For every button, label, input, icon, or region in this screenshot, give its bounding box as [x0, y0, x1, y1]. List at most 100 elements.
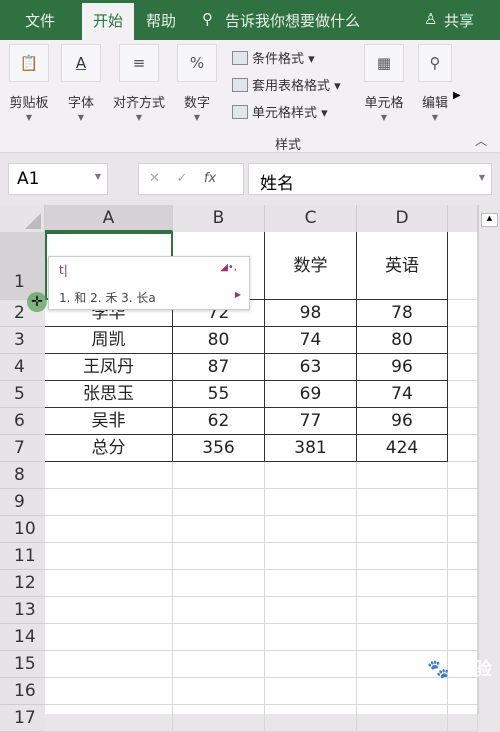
- cell[interactable]: [173, 489, 265, 516]
- column-header[interactable]: A: [45, 205, 173, 232]
- tab-home[interactable]: 开始: [82, 3, 134, 40]
- cell[interactable]: [265, 489, 357, 516]
- name-box[interactable]: A1 ▼: [8, 163, 108, 195]
- cell[interactable]: [45, 597, 173, 624]
- vertical-scrollbar[interactable]: ▲: [478, 205, 500, 714]
- enter-icon[interactable]: ✓: [176, 171, 187, 186]
- cell[interactable]: [448, 381, 478, 408]
- cell[interactable]: [357, 489, 448, 516]
- cell[interactable]: [265, 570, 357, 597]
- cell[interactable]: [45, 678, 173, 705]
- cell[interactable]: 87: [173, 354, 265, 381]
- select-all-corner[interactable]: [0, 205, 45, 232]
- cell[interactable]: 96: [357, 408, 448, 435]
- row-header[interactable]: 5: [0, 381, 45, 408]
- row-header[interactable]: 3: [0, 327, 45, 354]
- cell[interactable]: [265, 516, 357, 543]
- column-header[interactable]: D: [357, 205, 448, 232]
- cell[interactable]: [357, 597, 448, 624]
- ribbon-scroll-right-icon[interactable]: ▶: [453, 90, 461, 101]
- cell[interactable]: 吴非: [45, 408, 173, 435]
- row-header[interactable]: 16: [0, 678, 45, 705]
- column-header[interactable]: [448, 205, 478, 232]
- cells-group[interactable]: ▦ 单元格 ▼: [362, 44, 406, 122]
- cell[interactable]: [448, 232, 478, 300]
- cell[interactable]: 69: [265, 381, 357, 408]
- column-header[interactable]: C: [265, 205, 357, 232]
- row-header[interactable]: 10: [0, 516, 45, 543]
- cell[interactable]: [45, 489, 173, 516]
- cell[interactable]: 数学: [265, 232, 357, 300]
- cell[interactable]: [173, 705, 265, 732]
- cell[interactable]: [173, 570, 265, 597]
- cell[interactable]: 王凤丹: [45, 354, 173, 381]
- row-header[interactable]: 17: [0, 705, 45, 732]
- cell[interactable]: [448, 543, 478, 570]
- cell[interactable]: 98: [265, 300, 357, 327]
- cell[interactable]: [45, 651, 173, 678]
- cell[interactable]: [448, 354, 478, 381]
- cell[interactable]: [448, 462, 478, 489]
- cell[interactable]: 80: [173, 327, 265, 354]
- table-format-button[interactable]: 套用表格格式 ▾: [232, 75, 341, 94]
- cell[interactable]: [45, 570, 173, 597]
- editing-group[interactable]: ⚲ 编辑 ▼: [418, 44, 452, 122]
- row-header[interactable]: 11: [0, 543, 45, 570]
- cell[interactable]: [448, 597, 478, 624]
- cell[interactable]: [45, 624, 173, 651]
- cell[interactable]: 74: [357, 381, 448, 408]
- cell[interactable]: 55: [173, 381, 265, 408]
- cell[interactable]: [45, 516, 173, 543]
- cell[interactable]: 张思玉: [45, 381, 173, 408]
- collapse-ribbon-icon[interactable]: ︿: [475, 132, 487, 149]
- cell[interactable]: [45, 462, 173, 489]
- cell[interactable]: 78: [357, 300, 448, 327]
- cell[interactable]: [448, 705, 478, 732]
- tab-help[interactable]: 帮助: [146, 10, 176, 31]
- cell[interactable]: [173, 597, 265, 624]
- row-header[interactable]: 4: [0, 354, 45, 381]
- row-header[interactable]: 13: [0, 597, 45, 624]
- cell[interactable]: [265, 597, 357, 624]
- cancel-icon[interactable]: ✕: [149, 171, 160, 186]
- cell[interactable]: [265, 624, 357, 651]
- font-group[interactable]: A 字体 ▼: [60, 44, 102, 122]
- fx-icon[interactable]: fx: [204, 171, 216, 186]
- row-header[interactable]: 6: [0, 408, 45, 435]
- row-header[interactable]: 8: [0, 462, 45, 489]
- cell[interactable]: 424: [357, 435, 448, 462]
- cell[interactable]: [265, 543, 357, 570]
- cell[interactable]: [357, 516, 448, 543]
- clipboard-group[interactable]: 📋 剪贴板 ▼: [6, 44, 52, 122]
- alignment-group[interactable]: ≡ 对齐方式 ▼: [110, 44, 168, 122]
- cell[interactable]: [173, 624, 265, 651]
- row-header[interactable]: 1: [0, 232, 45, 300]
- cell[interactable]: [357, 462, 448, 489]
- cell[interactable]: [45, 543, 173, 570]
- cell[interactable]: 77: [265, 408, 357, 435]
- cell[interactable]: [357, 543, 448, 570]
- number-group[interactable]: % 数字 ▼: [177, 44, 217, 122]
- cell[interactable]: [265, 651, 357, 678]
- row-header[interactable]: 15: [0, 651, 45, 678]
- cell[interactable]: 周凯: [45, 327, 173, 354]
- cell[interactable]: [357, 705, 448, 732]
- cell[interactable]: 英语: [357, 232, 448, 300]
- row-header[interactable]: 12: [0, 570, 45, 597]
- cell[interactable]: [265, 705, 357, 732]
- formula-input[interactable]: 姓名 ▼: [248, 163, 492, 195]
- ime-next-icon[interactable]: ▶: [235, 290, 241, 299]
- cell[interactable]: [448, 570, 478, 597]
- cell[interactable]: [448, 435, 478, 462]
- row-header[interactable]: 7: [0, 435, 45, 462]
- tab-file[interactable]: 文件: [25, 10, 55, 31]
- cell[interactable]: [173, 651, 265, 678]
- search-icon[interactable]: ⚲: [202, 10, 213, 28]
- cell[interactable]: [448, 300, 478, 327]
- cell[interactable]: [265, 462, 357, 489]
- cell[interactable]: 381: [265, 435, 357, 462]
- row-header[interactable]: 9: [0, 489, 45, 516]
- cell[interactable]: [265, 678, 357, 705]
- cell[interactable]: [448, 624, 478, 651]
- cell-style-button[interactable]: 单元格样式 ▾: [232, 102, 328, 121]
